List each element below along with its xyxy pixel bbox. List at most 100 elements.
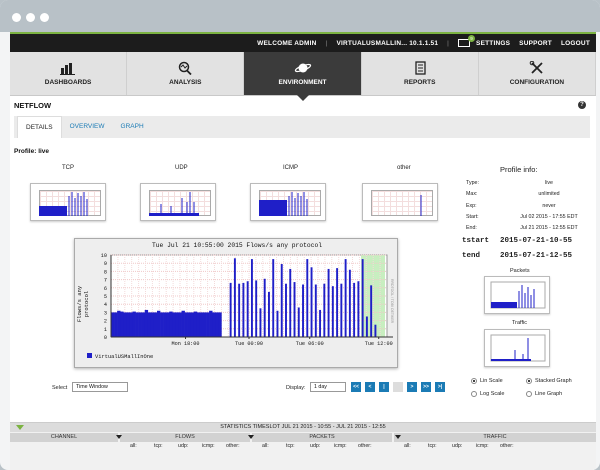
spike-bar xyxy=(268,291,270,337)
top-bar: WELCOME ADMIN | VIRTUALUSMALLIN... 10.1.… xyxy=(10,32,596,52)
spike-bar xyxy=(229,282,232,337)
baseline-bar xyxy=(199,312,204,337)
tstart-row: tstart 2015-07-21-10-55 xyxy=(462,237,573,245)
legend-swatch xyxy=(87,353,92,358)
line-graph-radio[interactable]: Line Graph xyxy=(526,391,562,397)
spike-bar xyxy=(250,259,253,337)
thumbnail-packets[interactable] xyxy=(484,276,550,314)
thumb-label-udp: UDP xyxy=(175,165,188,171)
nav-dashboards[interactable]: DASHBOARDS xyxy=(10,52,128,95)
nav-reports[interactable]: REPORTS xyxy=(362,52,479,95)
window-chrome xyxy=(0,0,600,32)
display-select[interactable]: 1 day xyxy=(310,382,346,392)
spike-bar xyxy=(302,284,304,337)
thumb-label-icmp: ICMP xyxy=(283,165,298,171)
baseline-bar xyxy=(141,312,146,337)
logout-link[interactable]: LOGOUT xyxy=(561,40,590,47)
baseline-bar xyxy=(111,312,115,337)
nav-analysis[interactable]: ANALYSIS xyxy=(127,52,245,95)
fast-forward-button[interactable]: >> xyxy=(421,382,431,392)
packets-header[interactable]: PACKETS xyxy=(252,433,392,442)
spike-bar xyxy=(314,284,317,337)
thumbnail-icmp[interactable] xyxy=(250,183,326,221)
baseline-bar xyxy=(157,310,161,337)
spike-bar xyxy=(272,259,275,337)
sort-arrow-icon[interactable] xyxy=(248,435,254,439)
thumbnail-tcp[interactable] xyxy=(30,183,106,221)
baseline-bar xyxy=(175,312,179,337)
nav-configuration[interactable]: CONFIGURATION xyxy=(479,52,596,95)
thumb-label-tcp: TCP xyxy=(62,165,74,171)
spike-bar xyxy=(293,282,296,337)
window-dot-icon[interactable] xyxy=(12,13,21,22)
baseline-bar xyxy=(144,309,149,337)
tab-overview[interactable]: OVERVIEW xyxy=(62,116,113,138)
profile-label: Profile: live xyxy=(14,148,50,155)
x-tick-label: Tue 12:00 xyxy=(365,341,393,347)
baseline-bar xyxy=(190,312,195,337)
baseline-bar xyxy=(135,312,139,337)
sort-arrow-icon[interactable] xyxy=(116,435,122,439)
last-button[interactable]: >| xyxy=(435,382,445,392)
stats-subheader: udp: xyxy=(178,443,189,449)
thumbnail-udp[interactable] xyxy=(140,183,216,221)
y-tick-label: 8 xyxy=(104,269,107,275)
mail-icon[interactable]: 9 xyxy=(458,35,476,47)
spike-bar xyxy=(263,278,266,337)
time-window-select[interactable]: Time Window xyxy=(72,382,128,392)
tab-details[interactable]: DETAILS xyxy=(17,116,62,138)
flows-header[interactable]: FLOWS xyxy=(120,433,250,442)
spike-bar xyxy=(323,283,326,337)
settings-link[interactable]: SETTINGS xyxy=(476,40,510,47)
spike-bar xyxy=(306,259,309,337)
help-icon[interactable]: ? xyxy=(578,101,586,109)
first-page-button[interactable]: << xyxy=(351,382,361,392)
stats-subheader: tcp: xyxy=(154,443,163,449)
traffic-header[interactable]: TRAFFIC xyxy=(394,433,596,442)
spike-bar xyxy=(374,324,377,337)
x-tick-label: Mon 18:00 xyxy=(172,341,200,347)
prev-button[interactable]: < xyxy=(365,382,375,392)
current-button[interactable]: | xyxy=(379,382,389,392)
baseline-bar xyxy=(120,311,124,337)
next-button[interactable]: > xyxy=(407,382,417,392)
sort-arrow-icon[interactable] xyxy=(395,435,401,439)
y-tick-label: 10 xyxy=(101,253,107,259)
tab-graph[interactable]: GRAPH xyxy=(113,116,152,138)
window-dot-icon[interactable] xyxy=(40,13,49,22)
baseline-bar xyxy=(169,311,173,337)
nav-label: DASHBOARDS xyxy=(44,79,92,86)
baseline-bar xyxy=(166,312,170,337)
tab-bar: DETAILS OVERVIEW GRAPH xyxy=(14,116,590,138)
baseline-bar xyxy=(147,312,152,337)
spike-bar xyxy=(289,268,292,337)
spike-bar xyxy=(357,281,360,337)
baseline-bar xyxy=(123,312,127,337)
baseline-bar xyxy=(181,310,185,337)
baseline-bar xyxy=(209,310,213,337)
nav-environment[interactable]: ENVIRONMENT xyxy=(244,52,362,101)
profile-info-labels: Type: Max: Exp: Start: End: xyxy=(466,180,479,232)
channel-header[interactable]: CHANNEL xyxy=(10,433,118,442)
thumbnail-other[interactable] xyxy=(362,183,438,221)
window-dot-icon[interactable] xyxy=(26,13,35,22)
stats-subheader: all: xyxy=(262,443,269,449)
log-scale-radio[interactable]: Log Scale xyxy=(471,391,504,397)
y-tick-label: 5 xyxy=(104,294,107,300)
notification-badge: 9 xyxy=(468,35,476,42)
lin-scale-radio[interactable]: Lin Scale xyxy=(471,378,503,384)
statistics-panel: STATISTICS TIMESLOT JUL 21 2015 - 10:55 … xyxy=(10,422,596,470)
baseline-bar xyxy=(160,312,164,337)
stacked-graph-radio[interactable]: Stacked Graph xyxy=(526,378,572,384)
page-title: NETFLOW xyxy=(14,101,52,110)
collapse-icon[interactable] xyxy=(16,425,24,430)
support-link[interactable]: SUPPORT xyxy=(519,40,552,47)
y-tick-label: 6 xyxy=(104,286,107,292)
spike-bar xyxy=(310,267,313,337)
thumbnail-traffic[interactable] xyxy=(484,329,550,367)
spike-bar xyxy=(280,264,283,337)
flows-chart[interactable]: Tue Jul 21 10:55:00 2015 Flows/s any pro… xyxy=(74,238,398,368)
spike-bar xyxy=(285,283,287,337)
baseline-bar xyxy=(196,312,201,337)
baseline-bar xyxy=(132,311,136,337)
